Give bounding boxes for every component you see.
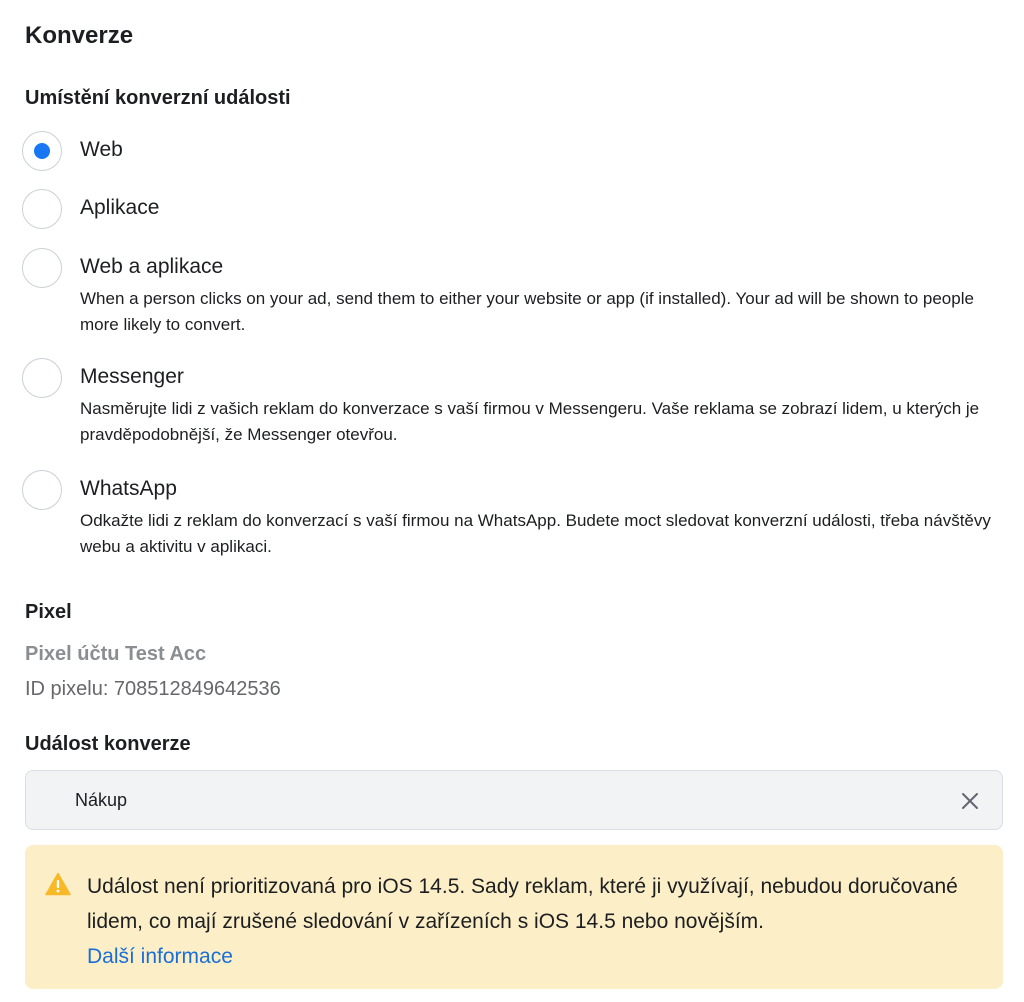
radio-label: Web (80, 138, 123, 161)
conversion-event-heading: Událost konverze (25, 733, 191, 755)
section-title: Konverze (25, 22, 134, 49)
learn-more-link[interactable]: Další informace (87, 939, 987, 974)
pixel-name: Pixel účtu Test Acc (25, 643, 207, 665)
close-icon[interactable] (959, 790, 981, 812)
radio-label: Aplikace (80, 196, 160, 219)
ios-warning-banner: Událost není prioritizovaná pro iOS 14.5… (25, 845, 1003, 989)
radio-label: Messenger (80, 365, 184, 388)
conversion-event-select[interactable]: Nákup (25, 770, 1003, 830)
conversion-event-value: Nákup (75, 790, 128, 810)
radio-label: Web a aplikace (80, 255, 224, 278)
radio-button-messenger[interactable] (22, 358, 62, 398)
radio-description: Odkažte lidi z reklam do konverzací s va… (80, 511, 991, 556)
radio-button-app[interactable] (22, 189, 62, 229)
warning-icon (45, 872, 71, 896)
radio-description: Nasměrujte lidi z vašich reklam do konve… (80, 399, 980, 444)
radio-description: When a person clicks on your ad, send th… (80, 289, 974, 334)
radio-button-web-and-app[interactable] (22, 248, 62, 288)
radio-label: WhatsApp (80, 477, 177, 500)
warning-message: Událost není prioritizovaná pro iOS 14.5… (87, 875, 958, 933)
pixel-heading: Pixel (25, 601, 72, 623)
radio-button-web[interactable] (22, 131, 62, 171)
warning-text-block: Událost není prioritizovaná pro iOS 14.5… (87, 869, 987, 974)
radio-button-whatsapp[interactable] (22, 470, 62, 510)
pixel-id: ID pixelu: 708512849642536 (25, 678, 281, 700)
placement-heading: Umístění konverzní události (25, 87, 291, 109)
